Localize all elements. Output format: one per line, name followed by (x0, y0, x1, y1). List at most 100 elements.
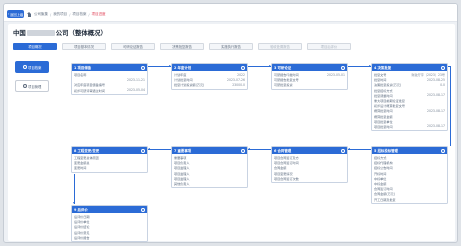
card-decision-approval[interactable]: 4 决策批复 批复文号 财政厅字〔2023〕23号 批复时间 2023-08-25 … (371, 63, 448, 132)
tab-implementation[interactable]: 实施执行报告 (209, 43, 253, 50)
card-title: 9 后评价 (74, 208, 88, 212)
card-row: 变更时间 (74, 165, 145, 170)
row-value: 2023-11-21 (127, 77, 145, 82)
breadcrumb-item[interactable]: 项目档案 (72, 12, 86, 17)
card-body: 可研报告印发时间 2023-05-01 可研报告批复文号 可研批复投资 (272, 71, 347, 89)
chevron-left-icon: ‹ (7, 12, 10, 16)
row-value: 2023-07-26 (227, 77, 245, 82)
card-contract-management[interactable]: 6 合同管理 项目合同签订及方 项目合同签订时间 合同金额 项目变更情况 项目合… (271, 146, 348, 183)
page-title-suffix: 公司（整体概况） (55, 29, 107, 37)
status-circle-icon (141, 148, 145, 153)
tab-basic-info[interactable]: 项目基本情况 (62, 43, 106, 50)
card-title: 7 重要事项 (174, 149, 192, 153)
breadcrumb-current: 项目进度 (91, 12, 106, 16)
row-label: 变更时间 (74, 166, 87, 171)
card-title: 4 决策批复 (374, 66, 392, 70)
card-bidding-management[interactable]: 5 招标投标管理 招标方式 招标代理机构 招标公告时间 开标时间 中标单位 中标… (371, 146, 448, 204)
card-row: 后评价报告 (74, 235, 145, 240)
row-value: 2023-08-17 (427, 124, 445, 129)
card-body: 工程变更总体原因 变更金额总 变更时间 (72, 154, 147, 172)
card-row: 项目批复时间 2023-08-17 (374, 124, 445, 129)
flow-connector (348, 149, 371, 150)
card-important-matters[interactable]: 7 重要事项 重要事项 项目负责人 项目监理人 项目监理人 项目监理人 其他负责… (171, 146, 248, 189)
back-button-label: 返回上级 (10, 12, 24, 17)
top-bar: ‹ 返回上级 公司聚集 / 我的项目 / 项目档案 / 项目进度 (4, 4, 457, 22)
card-title: 5 招标投标管理 (374, 149, 398, 153)
status-circle-icon (241, 148, 245, 153)
card-feasibility-study[interactable]: 3 可研论证 可研报告印发时间 2023-05-01 可研报告批复文号 可研批复投… (271, 63, 348, 90)
arrow-left-icon (348, 147, 350, 150)
project-management-button[interactable]: 项目管理 (15, 80, 49, 92)
flow-connector (450, 66, 451, 146)
row-value: 2022 (237, 72, 245, 77)
project-archive-button[interactable]: 项目档案 (15, 61, 49, 73)
card-body: 后评价日期 后评价单位 后评价结论 后评价意见 后评价报告 (72, 213, 147, 241)
row-value: 2023-08-17 (427, 108, 445, 113)
row-value: 0.0 (440, 82, 445, 87)
row-label: 项目名称 (74, 73, 87, 78)
tab-post-evaluation[interactable]: 项目后评价 (307, 43, 351, 50)
card-title: 6 合同管理 (274, 149, 292, 153)
status-circle-icon (441, 65, 445, 70)
breadcrumb: 公司聚集 / 我的项目 / 项目档案 / 项目进度 (27, 12, 106, 17)
tab-bar: 项目概况 项目基本情况 可研论证报告 决策批复报告 实施执行报告 验收处置报告 … (13, 43, 351, 50)
card-header: 7 重要事项 (172, 147, 247, 154)
flow-connector (348, 66, 371, 67)
redacted-name (26, 29, 55, 36)
row-value: 23000.0 (232, 82, 245, 87)
flow-connector (248, 66, 271, 67)
arrow-left-icon (148, 147, 150, 150)
card-body: 招标方式 招标代理机构 招标公告时间 开标时间 中标单位 中标金额 合同签订时间… (372, 154, 447, 203)
card-body: 重要事项 项目负责人 项目监理人 项目监理人 项目监理人 其他负责人 (172, 154, 247, 187)
row-value: 2023-08-17 (427, 93, 445, 98)
card-row: 开工日期及批复 (374, 197, 445, 202)
status-circle-icon (341, 65, 345, 70)
project-archive-label: 项目档案 (28, 65, 42, 70)
card-body: 批复文号 财政厅字〔2023〕23号 批复时间 2023-08-25 决策批复投资(… (372, 71, 447, 130)
card-title: 1 项目储备 (74, 66, 92, 70)
card-body: 计划年度 2022 计划批复时间 2023-07-26 批复计划投资额(万元) 230… (172, 71, 247, 89)
row-value: 2023-05-01 (327, 72, 345, 77)
breadcrumb-item[interactable]: 公司聚集 (34, 12, 48, 17)
flow-connector (74, 174, 75, 204)
card-header: 1 项目储备 (72, 64, 147, 71)
row-label: 项目批复时间 (374, 124, 393, 129)
card-header: 4 决策批复 (372, 64, 447, 71)
tab-decision[interactable]: 决策批复报告 (160, 43, 204, 50)
breadcrumb-separator: / (88, 12, 90, 17)
row-label: 初步可研评审通过时间 (74, 88, 105, 93)
row-label: 开工日期及批复 (374, 197, 396, 202)
card-row: 批复计划投资额(万元) 23000.0 (174, 82, 245, 88)
archive-icon (22, 65, 27, 69)
card-project-reserve[interactable]: 1 项目储备 项目名称 2023-11-21 对应年度项目储备编号 初步可研评审… (71, 63, 148, 95)
breadcrumb-item[interactable]: 我的项目 (53, 12, 67, 17)
row-value: 财政厅字〔2023〕23号 (411, 73, 445, 78)
card-engineering-change[interactable]: 8 工程变更/变更 工程变更总体原因 变更金额总 变更时间 (71, 146, 148, 173)
row-label: 其他负责人 (174, 182, 190, 187)
card-header: 5 招标投标管理 (372, 147, 447, 154)
back-button[interactable]: ‹ 返回上级 (7, 10, 24, 18)
main-content: 中国 公司（整体概况） 项目概况 项目基本情况 可研论证报告 决策批复报告 实施… (8, 24, 455, 242)
home-icon[interactable] (27, 12, 32, 17)
status-circle-icon (241, 65, 245, 70)
card-row: 初步可研评审通过时间 2023-05-04 (74, 88, 145, 93)
card-body: 项目名称 2023-11-21 对应年度项目储备编号 初步可研评审通过时间 202… (72, 71, 147, 94)
row-value: 2023-05-04 (127, 88, 145, 93)
tab-overview[interactable]: 项目概况 (13, 43, 57, 50)
card-title: 3 可研论证 (274, 66, 292, 70)
tab-acceptance[interactable]: 验收处置报告 (258, 43, 302, 50)
card-header: 6 合同管理 (272, 147, 347, 154)
flow-connector (148, 149, 171, 150)
arrow-down-icon (72, 202, 75, 204)
status-circle-icon (441, 148, 445, 153)
row-label: 可研批复投资 (274, 83, 293, 88)
project-management-label: 项目管理 (28, 84, 42, 89)
page-title: 中国 公司（整体概况） (13, 28, 107, 37)
flow-connector (248, 149, 271, 150)
card-annual-plan[interactable]: 2 年度计划 计划年度 2022 计划批复时间 2023-07-26 批复计划投资额… (171, 63, 248, 90)
breadcrumb-separator: / (69, 12, 71, 17)
page-title-prefix: 中国 (13, 29, 26, 37)
tab-feasibility[interactable]: 可研论证报告 (111, 43, 155, 50)
arrow-left-icon (248, 147, 250, 150)
card-post-evaluation[interactable]: 9 后评价 后评价日期 后评价单位 后评价结论 后评价意见 后评价报告 (71, 205, 148, 242)
